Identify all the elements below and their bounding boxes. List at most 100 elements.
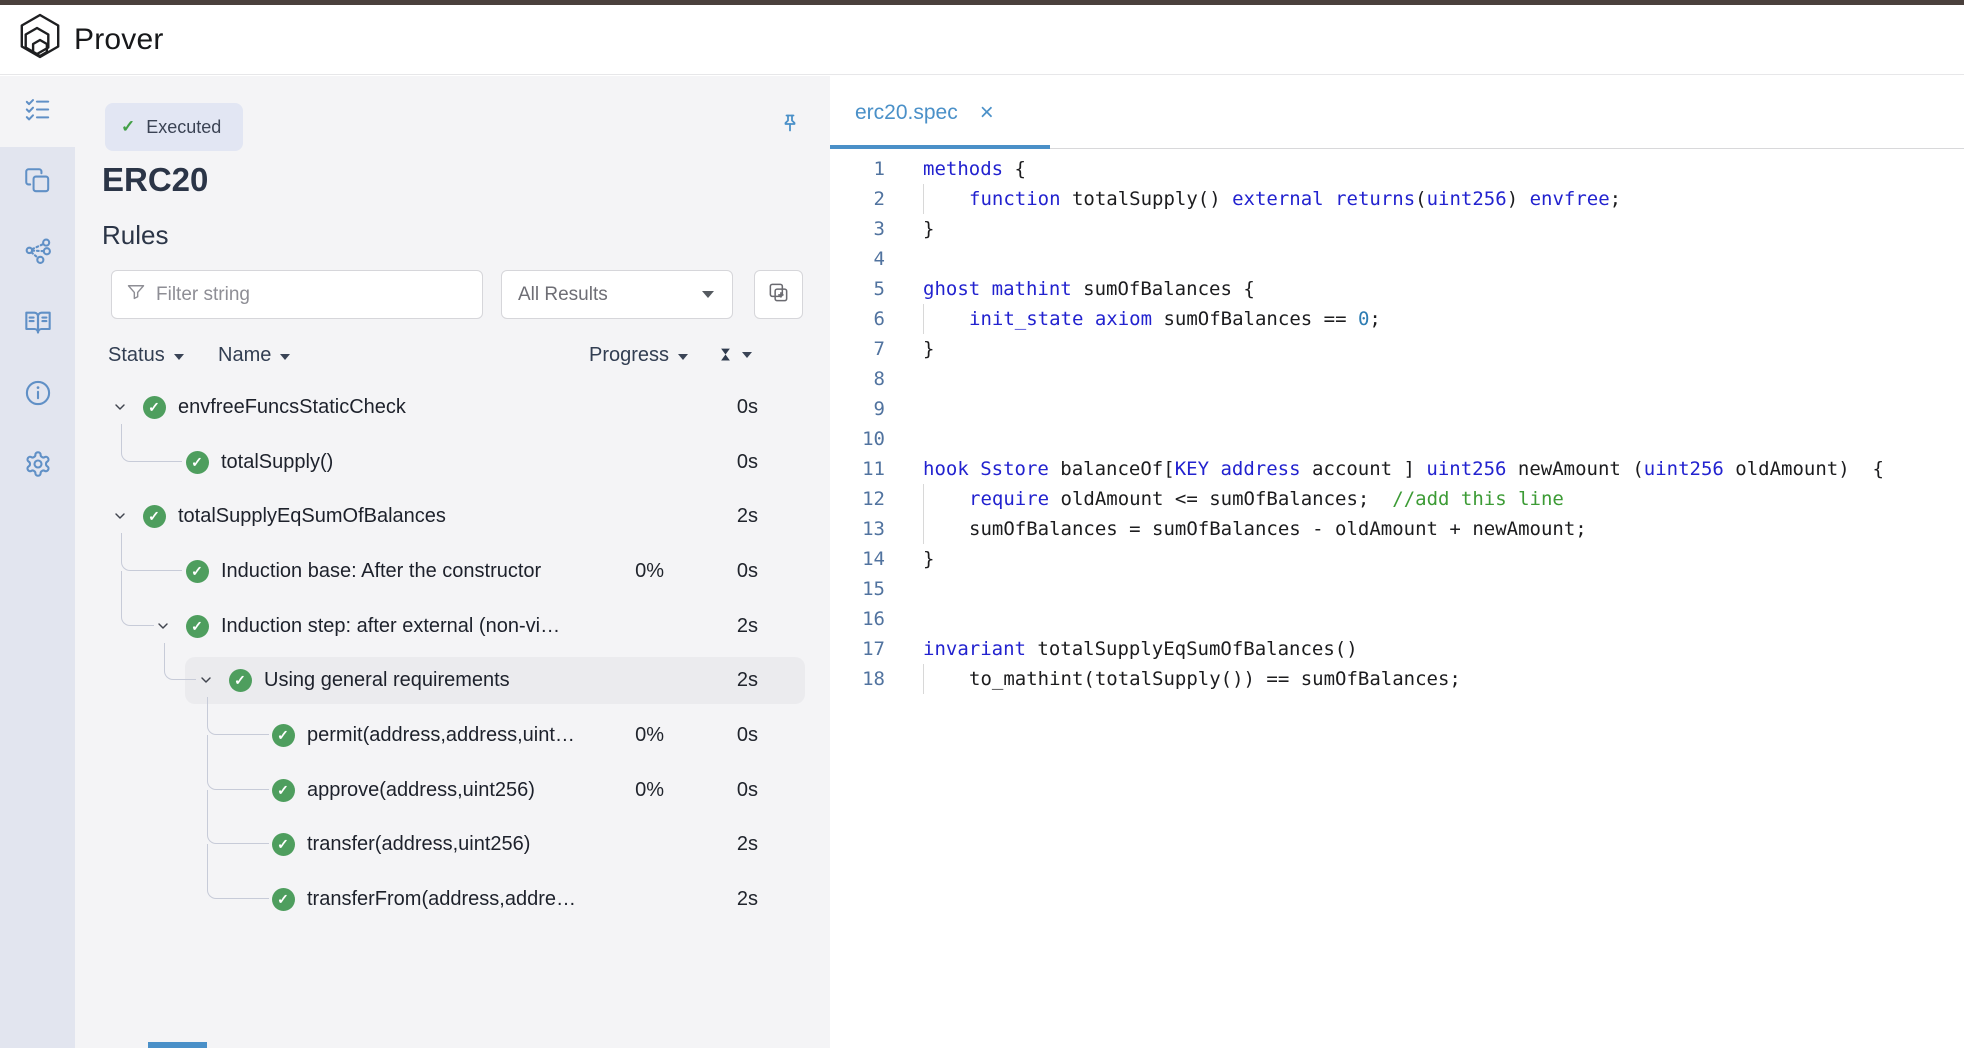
code-text: to_mathint(totalSupply()) == sumOfBalanc…	[923, 664, 1461, 694]
close-icon[interactable]: ×	[980, 103, 994, 123]
check-circle-icon: ✓	[272, 833, 295, 856]
code-line[interactable]: 4	[830, 244, 1964, 274]
indent-guide	[923, 304, 969, 334]
code-text: invariant totalSupplyEqSumOfBalances()	[923, 634, 1358, 664]
line-number: 2	[830, 184, 885, 214]
line-number: 9	[830, 394, 885, 424]
rules-panel: ✓ Executed ERC20 Rules Filter string All…	[75, 76, 830, 1048]
sidebar-item-call-trace[interactable]	[0, 218, 75, 289]
rule-duration: 2s	[737, 489, 758, 543]
code-line[interactable]: 15	[830, 574, 1964, 604]
editor-panel: erc20.spec × 1methods {2 function totalSu…	[830, 76, 1964, 1048]
line-number: 10	[830, 424, 885, 454]
check-circle-icon: ✓	[229, 669, 252, 692]
code-line[interactable]: 10	[830, 424, 1964, 454]
rule-name: Using general requirements	[264, 653, 510, 707]
rule-name: permit(address,address,uint…	[307, 708, 575, 762]
code-line[interactable]: 8	[830, 364, 1964, 394]
line-number: 18	[830, 664, 885, 694]
line-number: 4	[830, 244, 885, 274]
prover-logo-icon	[16, 11, 64, 68]
code-text: sumOfBalances = sumOfBalances - oldAmoun…	[923, 514, 1587, 544]
line-number: 13	[830, 514, 885, 544]
rule-row[interactable]: ✓ Induction step: after external (non-vi……	[75, 599, 830, 653]
sidebar-item-rules[interactable]	[0, 76, 75, 147]
line-number: 16	[830, 604, 885, 634]
rules-tree: ✓envfreeFuncsStaticCheck0s✓totalSupply()…	[75, 76, 830, 1048]
line-number: 12	[830, 484, 885, 514]
chevron-down-icon[interactable]	[112, 399, 128, 415]
sidebar-item-contracts[interactable]	[0, 147, 75, 218]
rule-row[interactable]: ✓ totalSupplyEqSumOfBalances 2s	[75, 489, 830, 543]
rule-row[interactable]: ✓Using general requirements2s	[75, 653, 830, 707]
code-text: }	[923, 214, 934, 244]
code-line[interactable]: 2 function totalSupply() external returns…	[830, 184, 1964, 214]
app-title: Prover	[74, 23, 164, 57]
check-circle-icon: ✓	[272, 724, 295, 747]
editor-tabbar: erc20.spec ×	[830, 76, 1964, 149]
copy-icon	[24, 167, 51, 199]
code-line[interactable]: 12require oldAmount <= sumOfBalances; //…	[830, 484, 1964, 514]
sidebar-item-docs[interactable]	[0, 289, 75, 360]
code-line[interactable]: 18 to_mathint(totalSupply()) == sumOfBala…	[830, 664, 1964, 694]
rule-row[interactable]: ✓transferFrom(address,addre…2s	[75, 872, 830, 926]
rule-row[interactable]: ✓totalSupply()0s	[75, 435, 830, 489]
checklist-icon	[24, 96, 51, 128]
code-line[interactable]: 3}	[830, 214, 1964, 244]
tab-erc20-spec[interactable]: erc20.spec ×	[830, 76, 994, 149]
rule-progress: 0%	[635, 708, 664, 762]
rule-name: approve(address,uint256)	[307, 763, 535, 817]
rule-duration: 2s	[737, 872, 758, 926]
rule-duration: 2s	[737, 817, 758, 871]
line-number: 8	[830, 364, 885, 394]
rule-row[interactable]: ✓envfreeFuncsStaticCheck0s	[75, 380, 830, 434]
code-line[interactable]: 16	[830, 604, 1964, 634]
code-text: }	[923, 334, 934, 364]
code-text: ghost mathint sumOfBalances {	[923, 274, 1255, 304]
rule-duration: 2s	[737, 599, 758, 653]
chevron-down-icon[interactable]	[155, 618, 171, 634]
rule-name: totalSupplyEqSumOfBalances	[178, 489, 446, 543]
code-line[interactable]: 6 init_state axiom sumOfBalances == 0;	[830, 304, 1964, 334]
code-line[interactable]: 11hook Sstore balanceOf[KEY address acco…	[830, 454, 1964, 484]
code-line[interactable]: 13 sumOfBalances = sumOfBalances - oldAmo…	[830, 514, 1964, 544]
check-circle-icon: ✓	[143, 505, 166, 528]
rule-row[interactable]: ✓permit(address,address,uint…0%0s	[75, 708, 830, 762]
code-text: hook Sstore balanceOf[KEY address accoun…	[923, 454, 1884, 484]
rule-progress: 0%	[635, 544, 664, 598]
check-circle-icon: ✓	[143, 396, 166, 419]
rule-duration: 0s	[737, 763, 758, 817]
code-line[interactable]: 17 invariant totalSupplyEqSumOfBalances()	[830, 634, 1964, 664]
line-number: 6	[830, 304, 885, 334]
rule-name: transferFrom(address,addre…	[307, 872, 576, 926]
code-text: methods {	[923, 154, 1026, 184]
check-circle-icon: ✓	[186, 615, 209, 638]
chevron-down-icon[interactable]	[198, 672, 214, 688]
rule-row[interactable]: ✓ transfer(address,uint256) 2s	[75, 817, 830, 871]
code-editor[interactable]: 1methods {2 function totalSupply() extern…	[830, 152, 1964, 694]
check-circle-icon: ✓	[186, 451, 209, 474]
rule-duration: 0s	[737, 435, 758, 489]
code-line[interactable]: 7}	[830, 334, 1964, 364]
indent-guide	[923, 484, 969, 514]
line-number: 17	[830, 634, 885, 664]
sidebar-item-settings[interactable]	[0, 431, 75, 502]
horizontal-scrollbar-thumb[interactable]	[148, 1042, 207, 1048]
code-text: init_state axiom sumOfBalances == 0;	[923, 304, 1381, 334]
rule-row[interactable]: ✓approve(address,uint256)0%0s	[75, 763, 830, 817]
code-line[interactable]: 5ghost mathint sumOfBalances {	[830, 274, 1964, 304]
gear-icon	[24, 450, 52, 483]
rule-name: transfer(address,uint256)	[307, 817, 530, 871]
code-line[interactable]: 1methods {	[830, 154, 1964, 184]
code-line[interactable]: 9	[830, 394, 1964, 424]
rule-name: Induction base: After the constructor	[221, 544, 541, 598]
app-window: Prover	[0, 0, 1964, 1048]
rule-row[interactable]: ✓Induction base: After the constructor0%…	[75, 544, 830, 598]
code-text: function totalSupply() external returns(…	[923, 184, 1621, 214]
code-line[interactable]: 14}	[830, 544, 1964, 574]
rule-name: Induction step: after external (non-vi…	[221, 599, 560, 653]
sidebar-item-info[interactable]	[0, 360, 75, 431]
chevron-down-icon[interactable]	[112, 508, 128, 524]
info-icon	[24, 379, 52, 412]
check-circle-icon: ✓	[272, 779, 295, 802]
